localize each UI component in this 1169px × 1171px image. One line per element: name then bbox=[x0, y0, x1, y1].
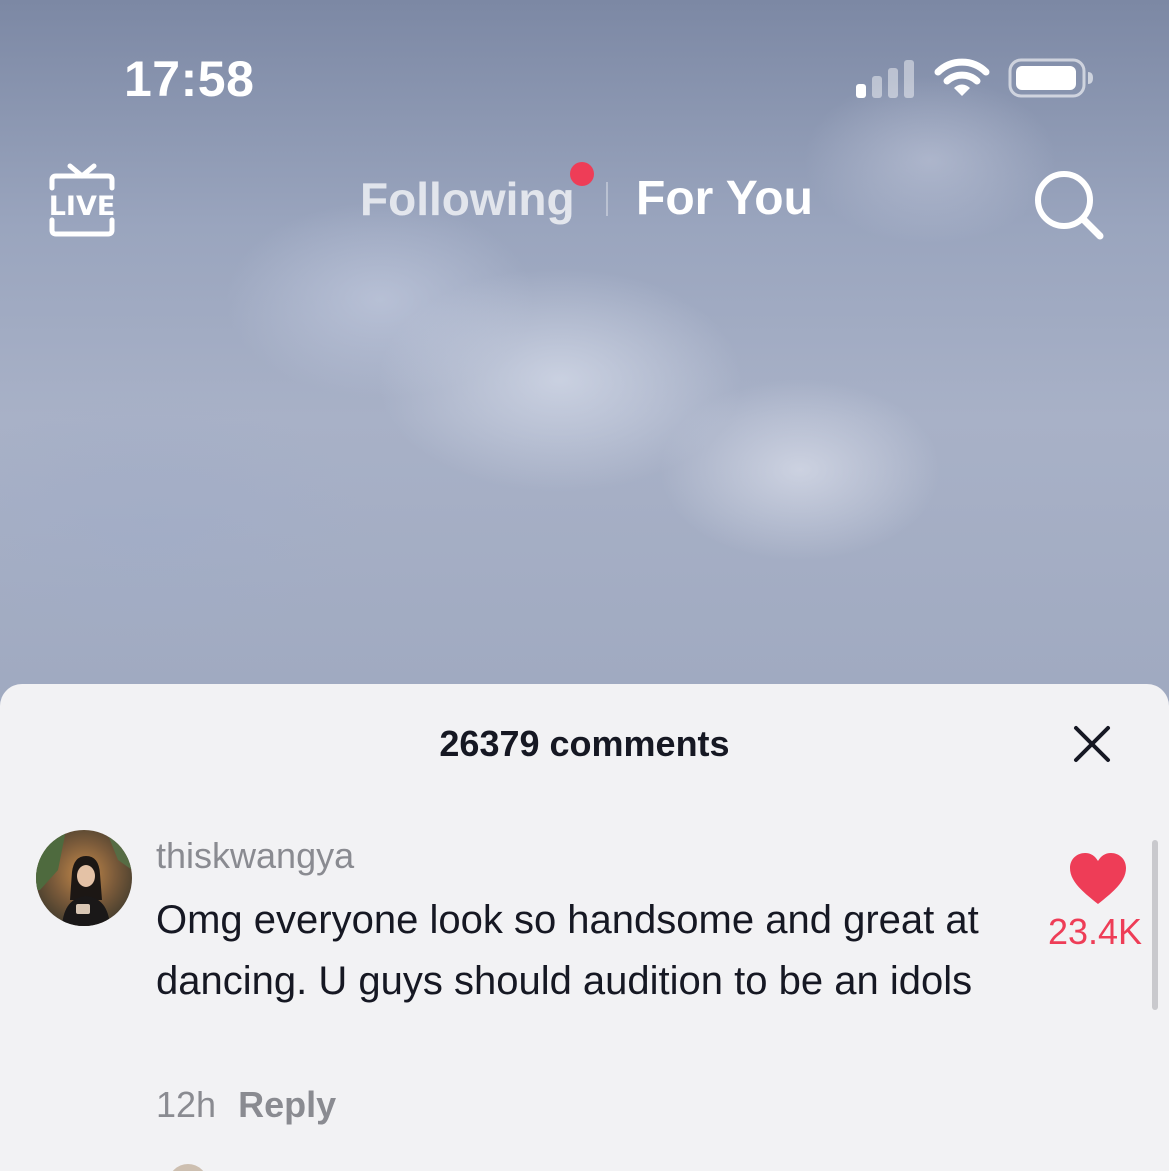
heart-icon[interactable] bbox=[1068, 852, 1128, 906]
comment-username[interactable]: thiskwangya bbox=[156, 836, 354, 876]
comments-count-title: 26379 comments bbox=[439, 723, 730, 764]
scrollbar[interactable] bbox=[1152, 840, 1158, 1010]
comment-meta: 12h Reply bbox=[156, 1084, 336, 1126]
avatar[interactable] bbox=[36, 830, 132, 926]
comment-time: 12h bbox=[156, 1084, 217, 1125]
cellular-signal-icon bbox=[856, 60, 914, 98]
wifi-icon bbox=[934, 58, 990, 96]
live-icon[interactable]: LIVE bbox=[44, 162, 120, 240]
reply-button[interactable]: Reply bbox=[238, 1084, 336, 1125]
comments-sheet: 26379 comments thiskwangya Omg everyone … bbox=[0, 684, 1169, 1171]
tab-divider bbox=[606, 182, 608, 216]
like-count: 23.4K bbox=[1047, 911, 1143, 952]
battery-icon bbox=[1008, 58, 1093, 98]
tab-following[interactable]: Following bbox=[360, 172, 575, 226]
tab-for-you[interactable]: For You bbox=[636, 172, 813, 226]
status-time: 17:58 bbox=[124, 51, 255, 107]
close-icon[interactable] bbox=[1070, 722, 1114, 766]
live-label: LIVE bbox=[49, 191, 116, 222]
comment-text: Omg everyone look so handsome and great … bbox=[156, 898, 979, 1003]
notification-dot bbox=[570, 162, 594, 186]
screen: 17:58 LIVE Following For You 26379 comme… bbox=[0, 0, 1169, 1171]
search-icon[interactable] bbox=[1030, 166, 1106, 242]
video-player[interactable] bbox=[0, 0, 1169, 760]
next-comment-avatar[interactable] bbox=[168, 1164, 208, 1171]
